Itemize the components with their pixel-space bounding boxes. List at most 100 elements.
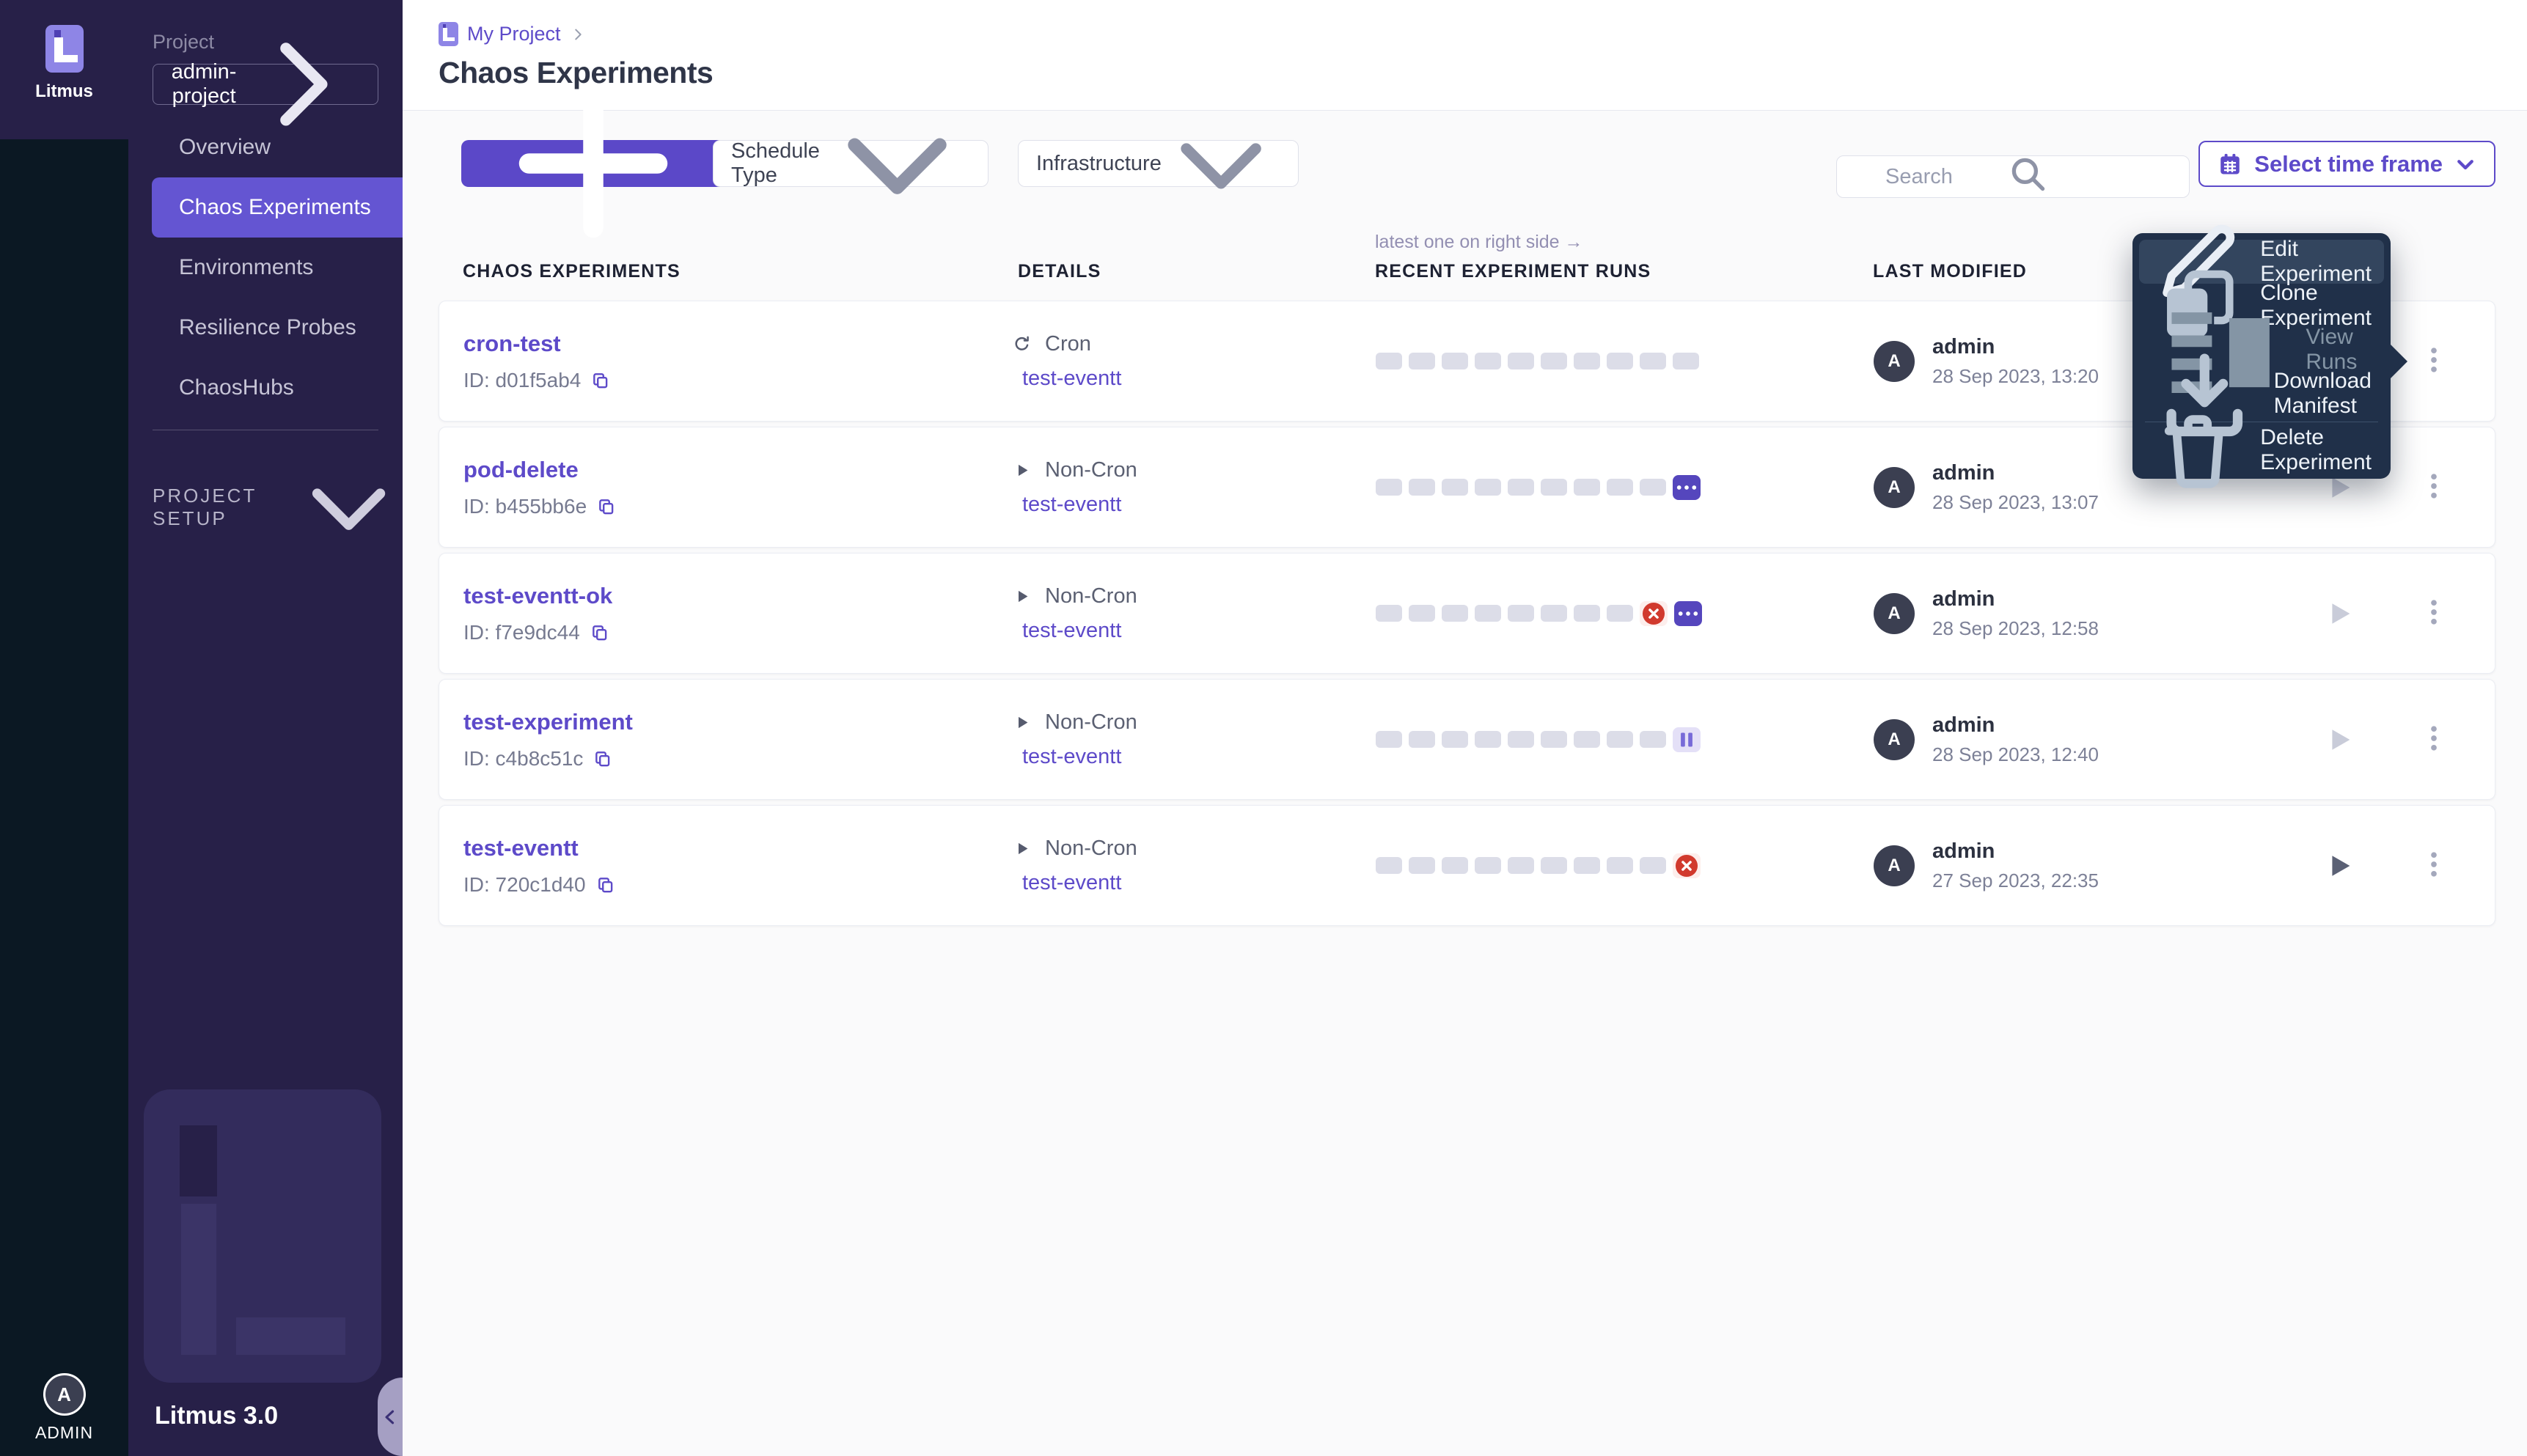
run-pill-empty[interactable]: [1508, 353, 1534, 369]
run-pill-empty[interactable]: [1376, 731, 1402, 748]
run-pill-empty[interactable]: [1541, 605, 1567, 622]
project-selector[interactable]: admin-project: [153, 64, 378, 105]
run-pill-empty[interactable]: [1508, 857, 1534, 874]
run-pill-empty[interactable]: [1673, 353, 1699, 369]
copy-icon[interactable]: [593, 749, 612, 768]
experiment-name-link[interactable]: cron-test: [463, 331, 610, 357]
sidebar-collapse-handle[interactable]: [378, 1378, 403, 1456]
run-pill-empty[interactable]: [1640, 857, 1666, 874]
run-pill-empty[interactable]: [1442, 479, 1468, 496]
run-pill-empty[interactable]: [1475, 857, 1501, 874]
run-pill-empty[interactable]: [1475, 479, 1501, 496]
run-pill-empty[interactable]: [1640, 479, 1666, 496]
run-pill-empty[interactable]: [1376, 353, 1402, 369]
run-pill-empty[interactable]: [1508, 731, 1534, 748]
run-pill-empty[interactable]: [1541, 353, 1567, 369]
experiment-id: ID: f7e9dc44: [463, 621, 612, 644]
row-menu-button[interactable]: [2418, 847, 2450, 885]
infrastructure-link[interactable]: test-eventt: [1022, 871, 1137, 895]
last-modified-cell: Aadmin28 Sep 2023, 12:58: [1874, 554, 2099, 673]
run-pill-failed[interactable]: [1673, 853, 1701, 878]
run-pill-empty[interactable]: [1376, 479, 1402, 496]
run-pill-empty[interactable]: [1376, 605, 1402, 622]
run-pill-empty[interactable]: [1508, 479, 1534, 496]
infrastructure-link[interactable]: test-eventt: [1022, 367, 1121, 391]
run-pill-empty[interactable]: [1607, 857, 1633, 874]
run-pill-running[interactable]: [1674, 601, 1702, 626]
infrastructure-select[interactable]: Infrastructure: [1018, 140, 1299, 187]
run-pill-paused[interactable]: [1673, 727, 1701, 752]
project-setup-toggle[interactable]: PROJECT SETUP: [153, 453, 403, 561]
run-pill-empty[interactable]: [1607, 605, 1633, 622]
infrastructure-link[interactable]: test-eventt: [1022, 493, 1137, 517]
infrastructure-link[interactable]: test-eventt: [1022, 619, 1137, 643]
paused-icon: [1673, 726, 1701, 754]
row-menu-button[interactable]: [2418, 595, 2450, 633]
litmus-logo-icon[interactable]: [45, 25, 84, 73]
run-pill-empty[interactable]: [1508, 605, 1534, 622]
run-pill-empty[interactable]: [1442, 857, 1468, 874]
sidebar-item-environments[interactable]: Environments: [128, 238, 403, 298]
run-pill-empty[interactable]: [1574, 479, 1600, 496]
row-menu-button[interactable]: [2418, 342, 2450, 380]
user-avatar[interactable]: A: [43, 1373, 86, 1416]
experiment-name-link[interactable]: pod-delete: [463, 457, 616, 483]
sidebar-rail-header: Litmus: [0, 0, 128, 139]
experiment-name-link[interactable]: test-experiment: [463, 709, 633, 735]
sidebar-item-overview[interactable]: Overview: [128, 117, 403, 177]
copy-icon[interactable]: [591, 371, 610, 390]
run-pill-empty[interactable]: [1409, 353, 1435, 369]
run-experiment-button[interactable]: [2322, 849, 2356, 883]
run-pill-empty[interactable]: [1574, 605, 1600, 622]
sidebar-item-resilience-probes[interactable]: Resilience Probes: [128, 298, 403, 358]
run-pill-empty[interactable]: [1409, 857, 1435, 874]
row-menu-button[interactable]: [2418, 468, 2450, 507]
last-modified-cell: Aadmin28 Sep 2023, 12:40: [1874, 680, 2099, 799]
experiment-name-link[interactable]: test-eventt: [463, 835, 615, 861]
schedule-type-select[interactable]: Schedule Type: [713, 140, 989, 187]
modified-date: 28 Sep 2023, 13:20: [1932, 365, 2099, 388]
run-pill-empty[interactable]: [1640, 731, 1666, 748]
run-pill-empty[interactable]: [1442, 353, 1468, 369]
copy-icon[interactable]: [597, 497, 616, 516]
run-pill-empty[interactable]: [1409, 605, 1435, 622]
run-pill-empty[interactable]: [1640, 353, 1666, 369]
run-pill-empty[interactable]: [1607, 731, 1633, 748]
non-cron-icon: [1012, 713, 1032, 732]
run-pill-empty[interactable]: [1541, 857, 1567, 874]
run-pill-failed[interactable]: [1640, 601, 1668, 626]
row-actions-cell: [2302, 554, 2495, 673]
row-menu-button[interactable]: [2418, 721, 2450, 759]
copy-icon[interactable]: [596, 875, 615, 894]
run-pill-empty[interactable]: [1574, 353, 1600, 369]
menu-item-delete-experiment[interactable]: Delete Experiment: [2139, 428, 2384, 472]
run-pill-empty[interactable]: [1475, 353, 1501, 369]
run-pill-empty[interactable]: [1607, 479, 1633, 496]
run-experiment-button: [2322, 723, 2356, 757]
context-menu-arrow: [2390, 344, 2407, 379]
run-pill-empty[interactable]: [1541, 479, 1567, 496]
run-pill-empty[interactable]: [1442, 605, 1468, 622]
run-pill-empty[interactable]: [1376, 857, 1402, 874]
run-pill-empty[interactable]: [1409, 479, 1435, 496]
row-actions-cell: [2302, 806, 2495, 925]
sidebar-item-chaos-experiments[interactable]: Chaos Experiments: [152, 177, 403, 238]
run-pill-empty[interactable]: [1475, 605, 1501, 622]
run-pill-running[interactable]: [1673, 475, 1701, 500]
time-frame-button[interactable]: Select time frame: [2198, 141, 2495, 187]
recent-runs-cell: [1376, 680, 1701, 799]
kebab-icon: [2418, 470, 2450, 502]
run-pill-empty[interactable]: [1541, 731, 1567, 748]
run-pill-empty[interactable]: [1574, 857, 1600, 874]
run-pill-empty[interactable]: [1475, 731, 1501, 748]
copy-icon[interactable]: [590, 623, 609, 642]
run-pill-empty[interactable]: [1607, 353, 1633, 369]
breadcrumb-link[interactable]: My Project: [467, 23, 561, 45]
sidebar-item-chaoshubs[interactable]: ChaosHubs: [128, 358, 403, 418]
run-pill-empty[interactable]: [1409, 731, 1435, 748]
run-pill-empty[interactable]: [1574, 731, 1600, 748]
experiment-name-link[interactable]: test-eventt-ok: [463, 583, 612, 609]
modified-by-user: admin: [1932, 839, 2099, 864]
run-pill-empty[interactable]: [1442, 731, 1468, 748]
infrastructure-link[interactable]: test-eventt: [1022, 745, 1137, 769]
